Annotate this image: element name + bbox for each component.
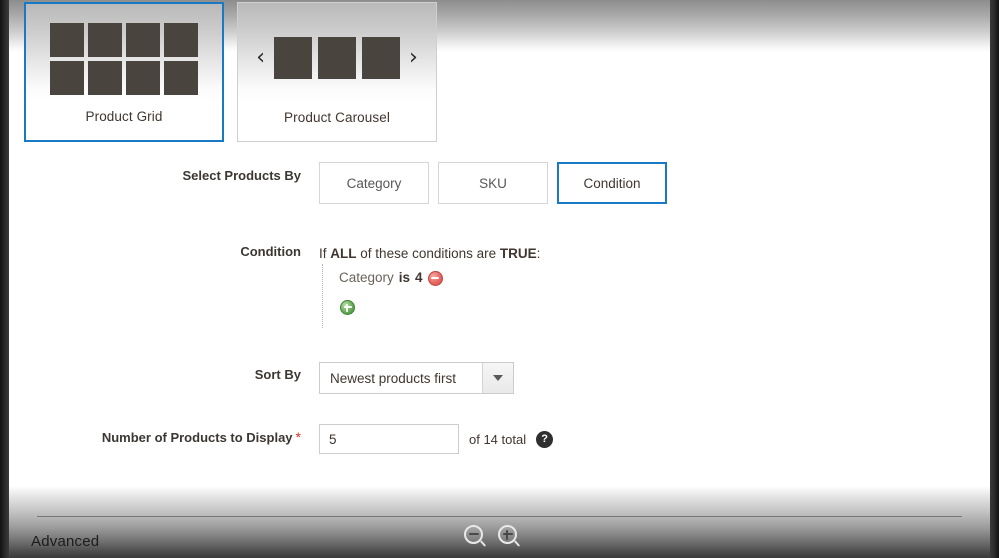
carousel-cell — [274, 36, 312, 79]
product-grid-art — [26, 4, 222, 109]
template-card-label: Product Carousel — [284, 110, 390, 125]
grid-cell — [50, 60, 84, 95]
template-card-label: Product Grid — [85, 109, 163, 124]
footer-divider — [37, 516, 962, 517]
zoom-toolbar — [464, 525, 517, 544]
right-edge-shadow — [990, 0, 999, 558]
number-of-products-input[interactable] — [319, 424, 459, 454]
carousel-cell — [318, 36, 356, 79]
remove-condition-icon[interactable] — [427, 270, 443, 286]
carousel-icon: ‹ › — [253, 36, 421, 79]
condition-header: If ALL of these conditions are TRUE: — [319, 240, 990, 264]
grid-icon — [50, 22, 198, 95]
select-products-by-button-group: Category SKU Condition — [319, 162, 990, 204]
select-products-by-label: Select Products By — [182, 168, 302, 183]
sort-by-dropdown-toggle[interactable] — [482, 363, 513, 393]
widget-options-panel: Product Grid ‹ › Product Carousel Select… — [0, 0, 999, 558]
sort-by-selected-value: Newest products first — [330, 370, 457, 386]
advanced-section-toggle[interactable]: Advanced — [31, 533, 99, 550]
chevron-left-icon: ‹ — [256, 44, 265, 70]
template-card-product-carousel[interactable]: ‹ › Product Carousel — [237, 2, 437, 142]
grid-cell — [164, 60, 198, 95]
chevron-down-icon — [493, 375, 503, 381]
condition-rule-attribute[interactable]: Category — [339, 268, 394, 288]
grid-cell — [164, 22, 198, 57]
grid-cell — [88, 22, 122, 57]
field-condition: Condition If ALL of these conditions are… — [9, 238, 990, 328]
condition-label: Condition — [240, 244, 301, 259]
field-number-of-products: Number of Products to Display* of 14 tot… — [9, 422, 990, 454]
left-edge-shadow — [0, 0, 9, 558]
grid-cell — [88, 60, 122, 95]
template-card-row: Product Grid ‹ › Product Carousel — [24, 2, 437, 142]
condition-header-suffix: : — [536, 246, 541, 261]
condition-aggregator[interactable]: ALL — [330, 246, 356, 261]
condition-value-toggle[interactable]: TRUE — [500, 246, 537, 261]
grid-cell — [50, 22, 84, 57]
chevron-right-icon: › — [409, 44, 418, 70]
sort-by-label: Sort By — [254, 367, 301, 382]
required-asterisk: * — [295, 429, 301, 445]
condition-rule-row: Category is 4 — [339, 268, 990, 288]
condition-rule-value[interactable]: 4 — [415, 268, 423, 288]
widget-form: Select Products By Category SKU Conditio… — [9, 160, 990, 454]
select-by-category-button[interactable]: Category — [319, 162, 429, 204]
select-by-condition-button[interactable]: Condition — [557, 162, 667, 204]
select-by-sku-button[interactable]: SKU — [438, 162, 548, 204]
zoom-in-icon[interactable] — [498, 525, 517, 544]
sort-by-select[interactable]: Newest products first — [319, 362, 514, 394]
zoom-out-icon[interactable] — [464, 525, 483, 544]
condition-header-middle: of these conditions are — [360, 246, 497, 261]
total-products-text: of 14 total — [469, 431, 527, 447]
grid-cell — [126, 60, 160, 95]
template-card-product-grid[interactable]: Product Grid — [24, 2, 224, 142]
field-sort-by: Sort By Newest products first — [9, 360, 990, 394]
carousel-cell — [362, 36, 400, 79]
condition-rule-operator[interactable]: is — [399, 268, 410, 288]
number-of-products-label: Number of Products to Display * — [9, 422, 319, 445]
grid-cell — [126, 22, 160, 57]
add-condition-icon[interactable] — [340, 300, 355, 315]
product-carousel-art: ‹ › — [238, 3, 436, 110]
field-select-products-by: Select Products By Category SKU Conditio… — [9, 160, 990, 204]
number-of-products-label-text: Number of Products to Display — [101, 430, 293, 445]
condition-children: Category is 4 — [322, 264, 990, 328]
condition-header-prefix: If — [319, 246, 327, 261]
help-icon[interactable]: ? — [536, 430, 554, 448]
